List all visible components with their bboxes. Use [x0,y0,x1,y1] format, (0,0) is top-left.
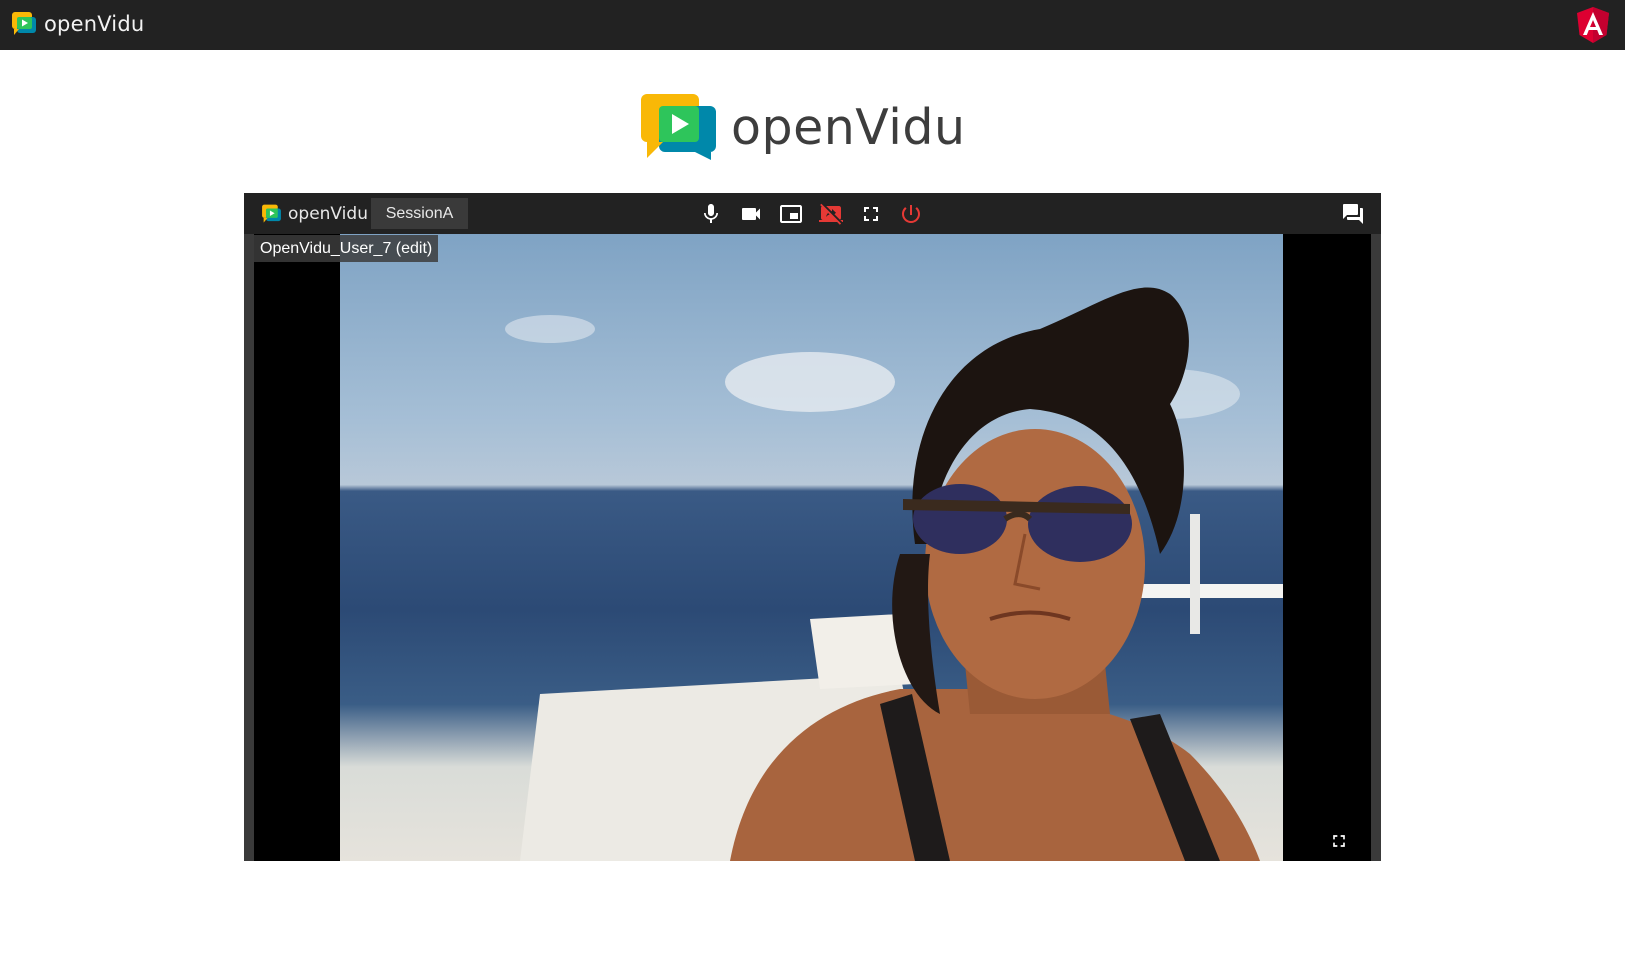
top-navbar: openVidu [0,0,1625,50]
toolbar-brand: openVidu [260,203,368,225]
session-toolbar: openVidu SessionA [244,193,1381,234]
navbar-brand[interactable]: openVidu [10,8,144,40]
hero-logo: openVidu [641,92,966,162]
video-session-container: openVidu SessionA OpenVidu_User_7 (edit) [244,193,1381,861]
session-name-badge: SessionA [371,198,468,229]
hero-brand-text: openVidu [731,98,966,156]
fullscreen-icon[interactable] [1329,831,1349,851]
stop-screen-share-icon[interactable] [819,202,843,226]
participant-nickname-label[interactable]: OpenVidu_User_7 (edit) [254,235,439,262]
leave-session-icon[interactable] [899,202,923,226]
navbar-brand-text: openVidu [44,12,145,36]
fullscreen-icon[interactable] [859,202,883,226]
video-feed-drawing [505,287,1283,861]
video-stream[interactable] [254,234,1371,861]
openvidu-logo-icon [641,94,716,160]
openvidu-logo-icon [12,12,36,35]
chat-icon[interactable] [1341,202,1365,226]
openvidu-logo-icon [262,204,281,223]
screen-share-icon[interactable] [779,202,803,226]
mic-icon[interactable] [699,202,723,226]
camera-icon[interactable] [739,202,763,226]
toolbar-brand-text: openVidu [288,204,368,224]
video-feed-image [340,234,1283,861]
angular-logo-icon[interactable] [1575,6,1611,44]
